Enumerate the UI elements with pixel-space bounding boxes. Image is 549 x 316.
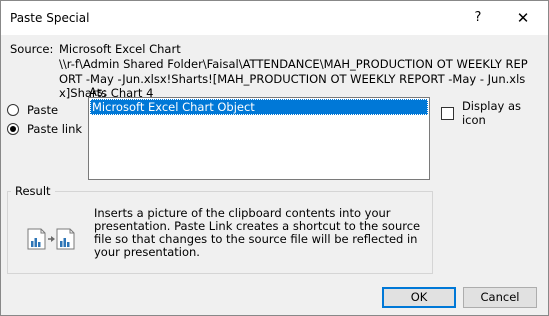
source-label: Source: [10, 42, 54, 56]
paste-as-listbox[interactable]: Microsoft Excel Chart Object [88, 97, 430, 180]
paste-option[interactable]: Paste [7, 103, 58, 117]
close-button[interactable]: ✕ [510, 7, 536, 29]
display-as-icon-checkbox[interactable] [441, 106, 454, 120]
list-item-excel-chart-object[interactable]: Microsoft Excel Chart Object [90, 99, 428, 115]
display-as-icon-label: Display as icon [461, 99, 522, 127]
source-name: Microsoft Excel Chart [59, 42, 181, 56]
title-bar[interactable]: Paste Special ? ✕ [1, 1, 548, 35]
ok-button[interactable]: OK [382, 287, 456, 308]
paste-link-radio[interactable] [7, 123, 19, 135]
paste-link-option[interactable]: Paste link [7, 122, 82, 136]
display-as-icon-option[interactable]: Display as icon [441, 99, 548, 127]
help-button[interactable]: ? [467, 7, 489, 29]
result-description: Inserts a picture of the clipboard conte… [94, 206, 421, 259]
paste-link-chart-icon [27, 228, 75, 250]
result-legend: Result [11, 184, 55, 198]
paste-radio[interactable] [7, 104, 19, 116]
cancel-button[interactable]: Cancel [463, 287, 537, 308]
dialog-title: Paste Special [10, 11, 90, 25]
paste-special-dialog: Paste Special ? ✕ Source: Microsoft Exce… [0, 0, 549, 316]
source-path: \\r-f\Admin Shared Folder\Faisal\ATTENDA… [59, 57, 528, 100]
paste-link-radio-label: Paste link [27, 122, 83, 136]
paste-radio-label: Paste [27, 103, 59, 117]
